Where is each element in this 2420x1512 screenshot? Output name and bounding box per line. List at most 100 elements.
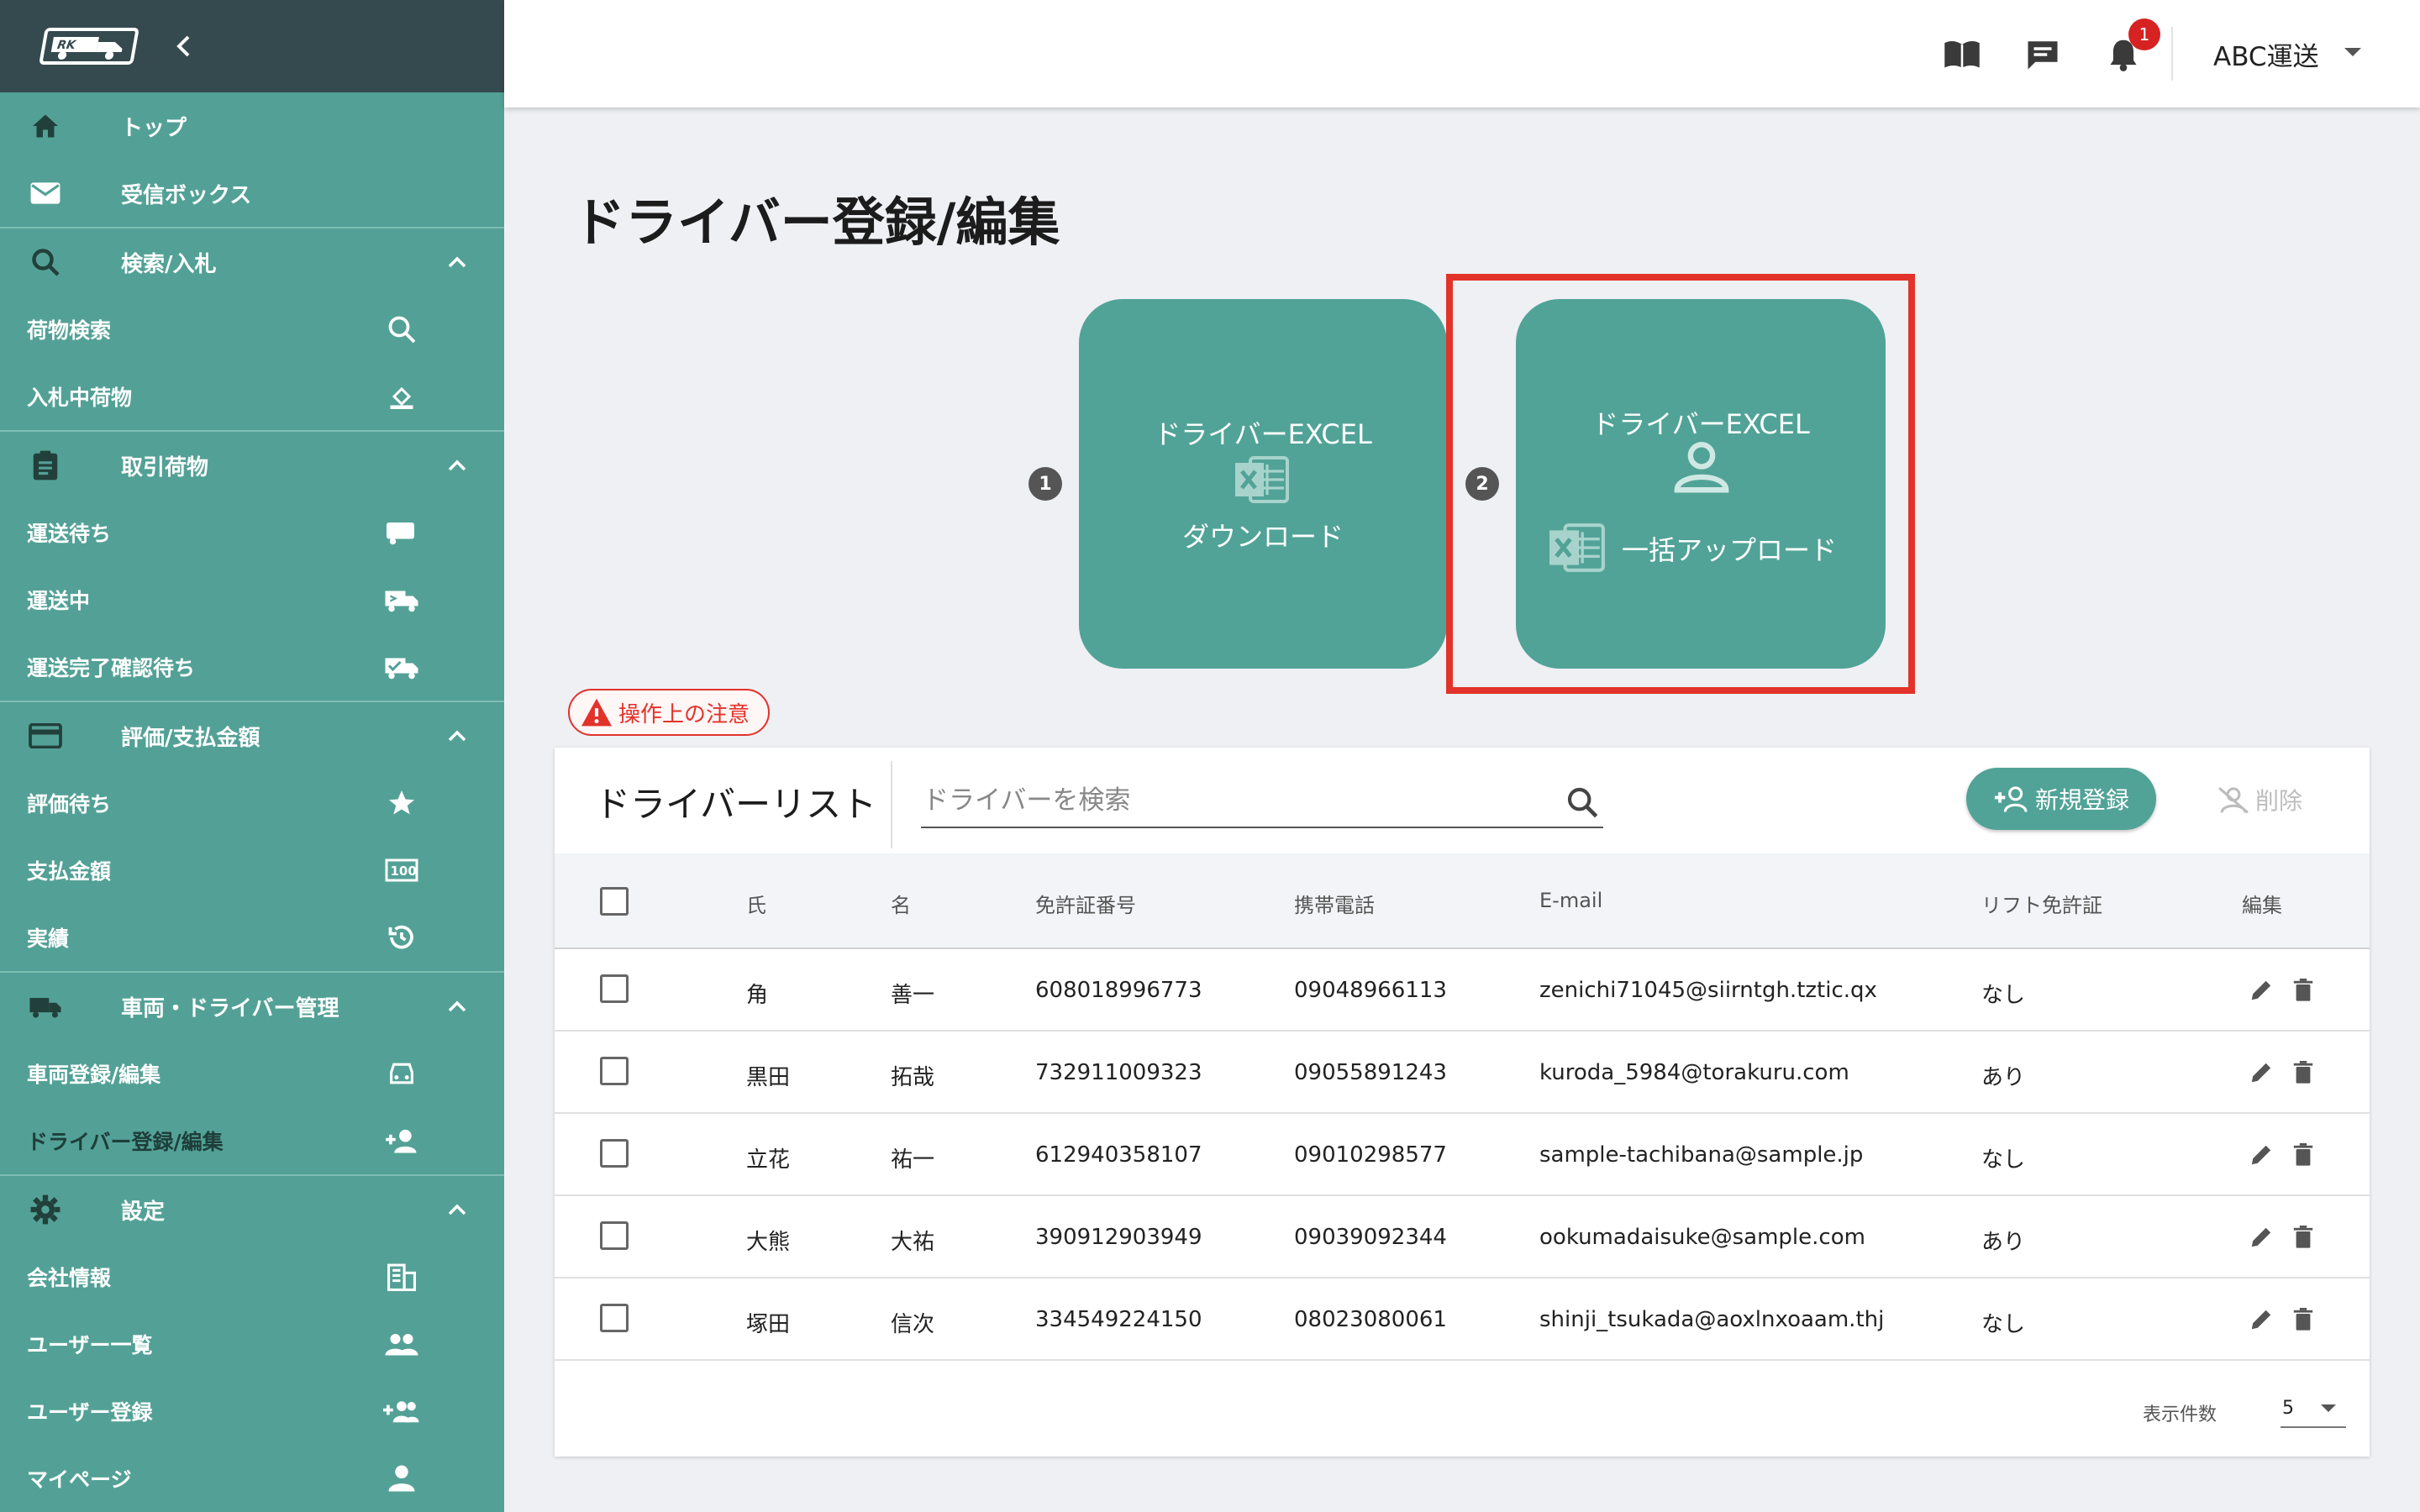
sidebar-item-in-transport[interactable]: 運送中 — [0, 566, 504, 633]
sidebar-item-bidding-cargo[interactable]: 入札中荷物 — [0, 363, 504, 430]
sidebar-item-awaiting-transport[interactable]: 運送待ち — [0, 499, 504, 566]
pencil-icon[interactable] — [2247, 1304, 2275, 1336]
driver-excel-download-button[interactable]: ドライバーEXCEL ダウンロード — [1079, 299, 1447, 669]
caution-label: 操作上の注意 — [618, 701, 750, 727]
pencil-icon[interactable] — [2247, 974, 2275, 1006]
operation-caution-button[interactable]: 操作上の注意 — [568, 689, 770, 736]
chevron-up-icon[interactable] — [440, 247, 474, 277]
top-header: 1 ABC運送 — [504, 0, 2420, 108]
cell-first-name: 祐一 — [891, 1147, 935, 1173]
rows-per-page-label: 表示件数 — [2143, 1404, 2217, 1425]
chevron-up-icon[interactable] — [440, 450, 474, 480]
sidebar-item-results[interactable]: 実績 — [0, 904, 504, 971]
truck-logo-icon: RK — [50, 37, 123, 60]
truck-icon — [29, 990, 62, 1023]
sidebar-item-user-list[interactable]: ユーザー一覧 — [0, 1310, 504, 1378]
trash-icon[interactable] — [2289, 1139, 2317, 1171]
driver-search-input[interactable] — [921, 778, 1543, 823]
sidebar-item-inbox[interactable]: 受信ボックス — [0, 160, 504, 227]
sidebar-section-vehicle-driver[interactable]: 車両・ドライバー管理 — [0, 973, 504, 1040]
trash-icon[interactable] — [2289, 1057, 2317, 1089]
rows-per-page-select[interactable]: 5 — [2281, 1386, 2346, 1428]
pencil-icon[interactable] — [2247, 1221, 2275, 1253]
search-icon — [383, 312, 420, 346]
column-header-first-name[interactable]: 名 — [891, 889, 911, 918]
sidebar-section-trade-cargo[interactable]: 取引荷物 — [0, 432, 504, 499]
tile-action: ダウンロード — [1181, 521, 1344, 553]
sidebar-item-label: ユーザー一覧 — [27, 1333, 153, 1357]
person-add-icon — [383, 1124, 420, 1158]
step-number-1: 1 — [1028, 467, 1062, 501]
sidebar-item-cargo-search[interactable]: 荷物検索 — [0, 296, 504, 363]
delete-button[interactable]: 削除 — [2217, 776, 2302, 823]
cell-last-name: 大熊 — [746, 1230, 791, 1255]
cell-email: zenichi71045@siirntgh.tztic.qx — [1539, 978, 1877, 1003]
person-add-icon — [1994, 786, 2028, 812]
cell-first-name: 信次 — [891, 1312, 935, 1337]
sidebar-item-driver-registration[interactable]: ドライバー登録/編集 — [0, 1107, 504, 1174]
column-header-email[interactable]: E-mail — [1539, 889, 1602, 912]
sidebar-section-settings[interactable]: 設定 — [0, 1176, 504, 1243]
column-header-license-number[interactable]: 免許証番号 — [1035, 889, 1136, 918]
sidebar-section-evaluation-payment[interactable]: 評価/支払金額 — [0, 702, 504, 769]
cell-mobile-phone: 09055891243 — [1294, 1060, 1447, 1085]
star-icon — [383, 786, 420, 820]
column-header-lift-license[interactable]: リフト免許証 — [1981, 889, 2102, 918]
sidebar-item-label: 評価待ち — [27, 792, 112, 816]
row-checkbox[interactable] — [600, 1221, 629, 1250]
pencil-icon[interactable] — [2247, 1057, 2275, 1089]
person-remove-icon — [2218, 786, 2249, 814]
column-header-last-name[interactable]: 氏 — [746, 889, 766, 918]
cell-mobile-phone: 08023080061 — [1294, 1307, 1447, 1332]
sidebar-item-top[interactable]: トップ — [0, 92, 504, 160]
caret-down-icon — [2319, 1401, 2338, 1417]
cell-license-number: 732911009323 — [1035, 1060, 1202, 1085]
search-icon[interactable] — [1565, 785, 1600, 820]
app-logo[interactable]: RK — [39, 28, 139, 65]
manual-book-icon[interactable] — [1941, 34, 1983, 76]
sidebar-item-awaiting-completion[interactable]: 運送完了確認待ち — [0, 633, 504, 701]
select-all-checkbox[interactable] — [600, 887, 629, 916]
warning-icon — [581, 698, 612, 727]
column-header-mobile-phone[interactable]: 携帯電話 — [1294, 889, 1375, 918]
money-icon: 100 — [383, 853, 420, 887]
trash-icon[interactable] — [2289, 1221, 2317, 1253]
sidebar-item-my-page[interactable]: マイページ — [0, 1445, 504, 1512]
message-icon[interactable] — [2022, 34, 2064, 76]
sidebar-item-label: 運送待ち — [27, 522, 112, 546]
page-title: ドライバー登録/編集 — [573, 192, 1060, 253]
cell-mobile-phone: 09039092344 — [1294, 1225, 1447, 1250]
sidebar-item-payment-amount[interactable]: 支払金額 100 — [0, 837, 504, 904]
caret-down-icon[interactable] — [2343, 45, 2363, 61]
chevron-up-icon[interactable] — [440, 1194, 474, 1225]
chevron-up-icon[interactable] — [440, 991, 474, 1021]
sidebar-collapse-button[interactable] — [166, 29, 200, 63]
card-divider — [891, 761, 892, 848]
trash-icon[interactable] — [2289, 974, 2317, 1006]
new-registration-button[interactable]: 新規登録 — [1966, 768, 2156, 830]
pencil-icon[interactable] — [2247, 1139, 2275, 1171]
sidebar-item-company-info[interactable]: 会社情報 — [0, 1243, 504, 1310]
cell-license-number: 334549224150 — [1035, 1307, 1202, 1332]
column-header-edit: 編集 — [2242, 894, 2282, 917]
row-checkbox[interactable] — [600, 1057, 629, 1085]
sidebar-item-awaiting-evaluation[interactable]: 評価待ち — [0, 769, 504, 837]
trash-icon[interactable] — [2289, 1304, 2317, 1336]
chevron-up-icon[interactable] — [440, 721, 474, 751]
row-checkbox[interactable] — [600, 974, 629, 1003]
cell-mobile-phone: 09048966113 — [1294, 978, 1447, 1003]
sidebar-item-user-registration[interactable]: ユーザー登録 — [0, 1378, 504, 1445]
cell-license-number: 608018996773 — [1035, 978, 1202, 1003]
sidebar-item-vehicle-registration[interactable]: 車両登録/編集 — [0, 1040, 504, 1107]
row-checkbox[interactable] — [600, 1139, 629, 1168]
cell-lift-license: あり — [1981, 1065, 2026, 1090]
sidebar-item-label: 車両登録/編集 — [27, 1063, 161, 1087]
gear-icon — [29, 1193, 62, 1226]
sidebar-item-label: 支払金額 — [27, 859, 112, 884]
sidebar-section-search-bid[interactable]: 検索/入札 — [0, 228, 504, 296]
excel-icon — [1234, 454, 1291, 512]
cell-last-name: 黒田 — [746, 1065, 791, 1090]
cell-lift-license: なし — [1981, 1147, 2026, 1173]
company-name[interactable]: ABC運送 — [2213, 34, 2319, 74]
row-checkbox[interactable] — [600, 1304, 629, 1332]
